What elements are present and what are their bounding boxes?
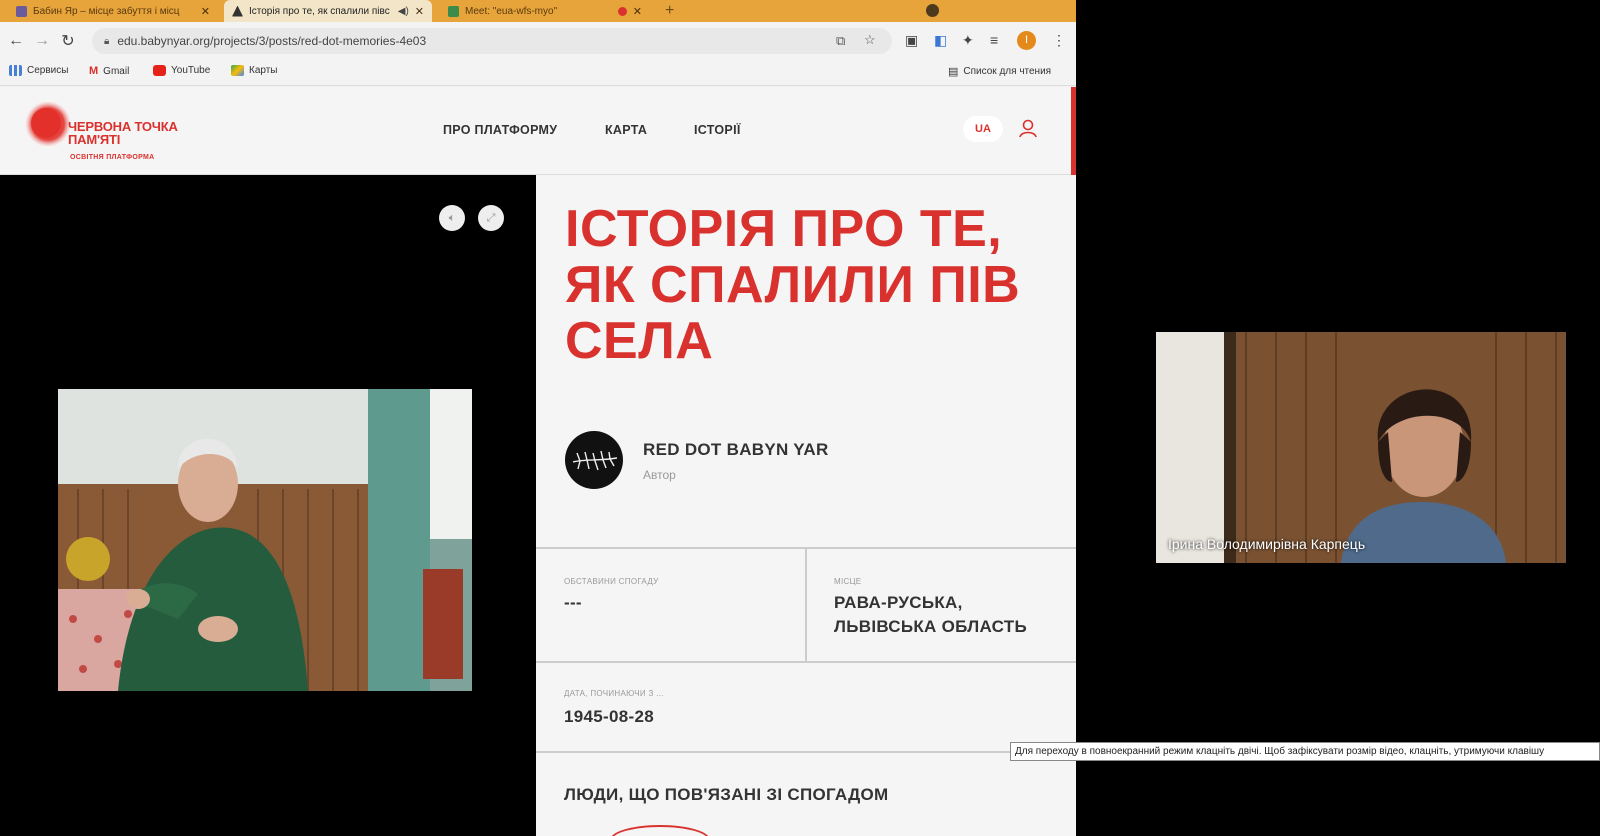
lock-icon: 🔒︎ xyxy=(104,35,110,47)
media-queue-icon[interactable]: ≡ xyxy=(990,32,998,48)
nav-map[interactable]: КАРТА xyxy=(605,123,647,137)
maps-icon xyxy=(231,65,244,76)
place-line-1: РАВА-РУСЬКА, xyxy=(834,593,963,612)
reading-list-label: Список для чтения xyxy=(963,66,1052,77)
divider xyxy=(805,547,807,662)
circumstances-label: ОБСТАВИНИ СПОГАДУ xyxy=(564,577,659,586)
bookmark-gmail[interactable]: M Gmail xyxy=(89,65,129,77)
site-favicon-icon xyxy=(16,5,27,17)
translate-icon[interactable]: ⧉ xyxy=(836,33,845,49)
red-dot-logo-icon[interactable] xyxy=(24,101,74,147)
story-details: ІСТОРІЯ ПРО ТЕ, ЯК СПАЛИЛИ ПІВ СЕЛА RED … xyxy=(536,175,1076,836)
bookmark-label: Сервисы xyxy=(27,65,69,76)
nav-stories[interactable]: ІСТОРІЇ xyxy=(694,123,741,137)
logo-subtitle: ОСВІТНЯ ПЛАТФОРМА xyxy=(70,154,155,161)
extension-badge-icon[interactable]: ◧ xyxy=(934,32,947,49)
tab-meet[interactable]: Meet: "eua-wfs-myo" ✕ xyxy=(440,0,650,22)
participant-video xyxy=(1156,332,1566,563)
more-menu-icon[interactable]: ⋮ xyxy=(1052,32,1066,49)
circumstances-value: --- xyxy=(564,593,582,612)
user-profile-icon[interactable] xyxy=(1013,116,1043,142)
new-tab-icon[interactable]: + xyxy=(665,2,674,20)
recording-dot-icon xyxy=(617,6,627,16)
related-people-heading: ЛЮДИ, ЩО ПОВ'ЯЗАНІ ЗІ СПОГАДОМ xyxy=(564,785,889,804)
youtube-icon xyxy=(153,65,166,76)
logo-line-2: ПАМ'ЯТІ xyxy=(68,132,121,147)
person-avatar-ring[interactable] xyxy=(610,825,710,836)
story-title: ІСТОРІЯ ПРО ТЕ, ЯК СПАЛИЛИ ПІВ СЕЛА xyxy=(565,200,1021,370)
branch-logo-icon xyxy=(572,450,618,471)
audio-playing-icon[interactable]: ◀) xyxy=(398,6,409,17)
apps-grid-icon xyxy=(9,65,22,76)
reading-list[interactable]: ▤ Список для чтения xyxy=(948,65,1051,78)
profile-avatar[interactable]: I xyxy=(1017,31,1036,50)
bookmark-label: Карты xyxy=(249,65,278,76)
close-tab-icon[interactable]: ✕ xyxy=(633,5,642,18)
bookmark-label: Gmail xyxy=(103,65,130,77)
tab-story[interactable]: Історія про те, як спалили півс ◀) ✕ xyxy=(224,0,432,22)
meet-favicon-icon xyxy=(448,5,459,17)
place-value: РАВА-РУСЬКА, ЛЬВІВСЬКА ОБЛАСТЬ xyxy=(834,591,1027,639)
video-frame[interactable] xyxy=(58,389,472,691)
tab-label: Історія про те, як спалили півс xyxy=(249,5,390,17)
fullscreen-tooltip: Для переходу в повноекранний режим клацн… xyxy=(1010,742,1600,761)
close-tab-icon[interactable]: ✕ xyxy=(415,5,424,18)
place-line-2: ЛЬВІВСЬКА ОБЛАСТЬ xyxy=(834,617,1028,636)
bookmark-star-icon[interactable]: ☆ xyxy=(864,32,876,48)
tab-strip: Бабин Яр – місце забуття і місц ✕ Історі… xyxy=(0,0,1076,22)
back-arrow-icon[interactable]: ← xyxy=(3,32,29,50)
address-bar[interactable]: 🔒︎ edu.babynyar.org/projects/3/posts/red… xyxy=(92,28,892,54)
forward-arrow-icon[interactable]: → xyxy=(29,32,55,50)
language-switch[interactable]: UA xyxy=(963,116,1003,142)
tab-label: Бабин Яр – місце забуття і місц xyxy=(33,5,180,17)
shared-browser-window: Бабин Яр – місце забуття і місц ✕ Історі… xyxy=(0,0,1076,836)
bookmarks-bar: Сервисы M Gmail YouTube Карты ▤ Список д… xyxy=(0,60,1076,86)
bookmark-services[interactable]: Сервисы xyxy=(9,65,68,76)
bookmark-youtube[interactable]: YouTube xyxy=(153,65,210,76)
place-label: МІСЦЕ xyxy=(834,577,862,586)
bookmark-maps[interactable]: Карты xyxy=(231,65,278,76)
author-role: Автор xyxy=(643,468,676,482)
close-tab-icon[interactable]: ✕ xyxy=(201,5,210,18)
participant-name: Ірина Володимирівна Карпець xyxy=(1168,536,1366,552)
participant-video-tile[interactable]: Ірина Володимирівна Карпець xyxy=(1156,332,1566,563)
extension-icon[interactable]: ▣ xyxy=(905,32,918,49)
reload-icon[interactable]: ↻ xyxy=(55,31,81,51)
puzzle-icon[interactable]: ✦ xyxy=(962,32,974,49)
address-url: edu.babynyar.org/projects/3/posts/red-do… xyxy=(117,34,427,48)
divider xyxy=(536,751,1076,753)
date-value: 1945-08-28 xyxy=(564,707,654,726)
site-header: ЧЕРВОНА ТОЧКА ПАМ'ЯТІ ОСВІТНЯ ПЛАТФОРМА … xyxy=(0,87,1076,175)
divider xyxy=(536,661,1076,663)
gmail-icon: M xyxy=(89,65,99,77)
tab-label: Meet: "eua-wfs-myo" xyxy=(465,5,558,17)
site-favicon-icon xyxy=(232,5,243,17)
author-name[interactable]: RED DOT BABYN YAR xyxy=(643,440,829,460)
reading-list-icon: ▤ xyxy=(948,66,959,78)
bookmark-label: YouTube xyxy=(171,65,211,76)
date-label: ДАТА, ПОЧИНАЮЧИ З ... xyxy=(564,689,664,698)
browser-toolbar: ← → ↻ 🔒︎ edu.babynyar.org/projects/3/pos… xyxy=(0,22,1076,60)
mute-icon[interactable]: 🔈︎ xyxy=(439,205,465,231)
video-player[interactable]: 🔈︎ ⤢ xyxy=(0,175,536,836)
site-logo[interactable]: ЧЕРВОНА ТОЧКА ПАМ'ЯТІ xyxy=(68,120,178,146)
tab-search-icon[interactable] xyxy=(926,4,939,17)
fullscreen-icon[interactable]: ⤢ xyxy=(478,205,504,231)
meeting-stage: Бабин Яр – місце забуття і місц ✕ Історі… xyxy=(0,0,1600,836)
author-avatar[interactable] xyxy=(565,431,623,489)
tab-babyn-yar[interactable]: Бабин Яр – місце забуття і місц ✕ xyxy=(8,0,218,22)
nav-about-platform[interactable]: ПРО ПЛАТФОРМУ xyxy=(443,123,557,137)
